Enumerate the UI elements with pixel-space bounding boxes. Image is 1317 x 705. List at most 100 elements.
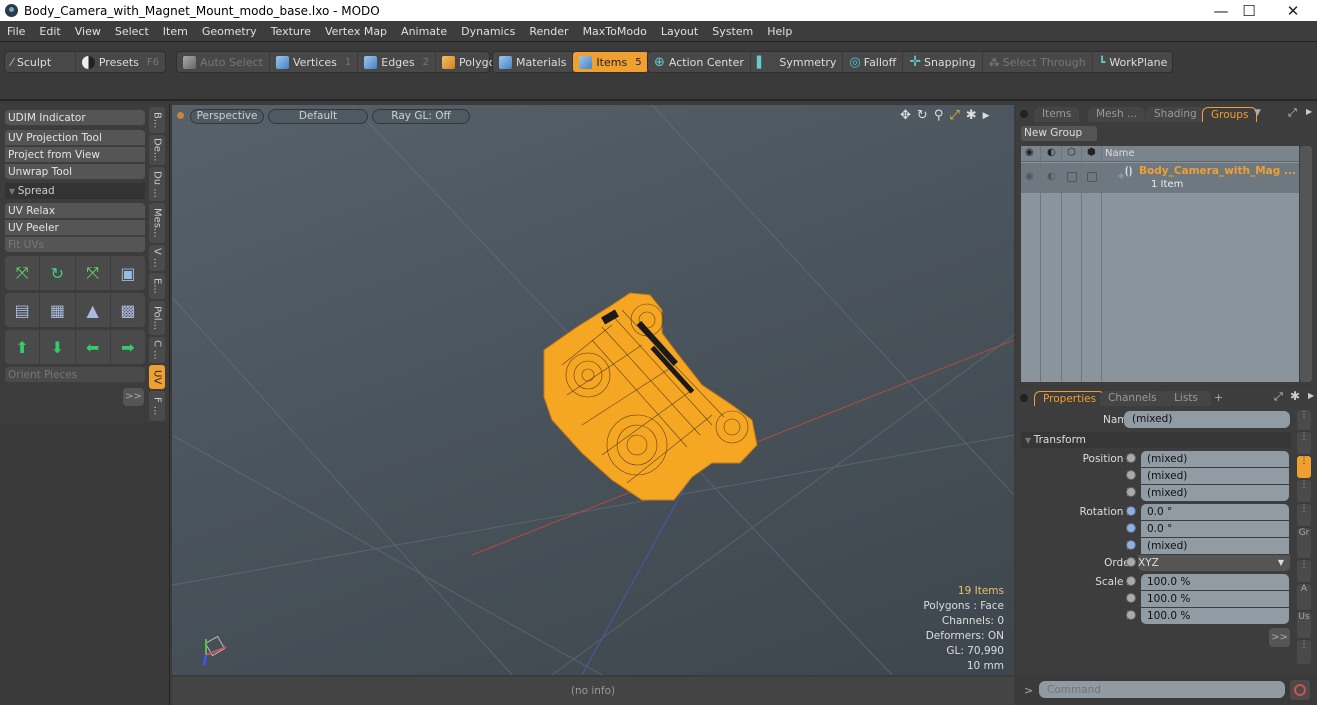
menu-help[interactable]: Help [760,25,799,38]
lock-column-icon[interactable]: ⬡ [1067,147,1076,158]
add-tab-button[interactable]: + [1214,391,1223,404]
menu-edit[interactable]: Edit [32,25,67,38]
menu-item[interactable]: Item [156,25,195,38]
tabs-dropdown-icon[interactable]: ▼ [1254,108,1261,118]
scale-z-keyframe-icon[interactable] [1126,610,1136,620]
side-tab-5[interactable]: ⋮ [1297,504,1311,526]
uv-box-icon[interactable]: ▣ [111,256,145,290]
properties-options-dot[interactable] [1020,394,1028,402]
unwrap-tool-button[interactable]: Unwrap Tool [5,164,145,180]
rotation-y-field[interactable]: 0.0 ° [1141,521,1289,537]
snapping-button[interactable]: ✛ Snapping [903,52,983,72]
uv-perspective-icon[interactable]: ▲ [76,293,111,327]
uv-sphere-icon[interactable]: ▩ [111,293,145,327]
order-keyframe-icon[interactable] [1126,557,1136,567]
render-column-icon[interactable]: ◐ [1047,147,1056,158]
row-select-checkbox[interactable] [1087,172,1097,182]
more-properties-button[interactable]: >> [1269,628,1290,647]
vtab-mesh-edit[interactable]: Mes... [149,203,165,243]
uv-peeler-button[interactable]: UV Peeler [5,220,145,236]
scale-y-keyframe-icon[interactable] [1126,593,1136,603]
rotation-y-keyframe-icon[interactable] [1126,523,1136,533]
visibility-column-icon[interactable]: ◉ [1025,147,1034,158]
vtab-edge[interactable]: E... [149,273,165,299]
fit-icon[interactable]: ⤢ [949,108,959,125]
tab-items[interactable]: Items [1034,107,1080,122]
align-bottom-icon[interactable]: ⬇ [40,330,76,364]
rotation-x-field[interactable]: 0.0 ° [1141,504,1289,520]
side-tab-active[interactable]: ⋮ [1297,456,1311,478]
maximize-properties-icon[interactable]: ⤢ [1274,390,1283,404]
vertices-button[interactable]: Vertices 1 [270,52,359,72]
maximize-panel-icon[interactable]: ⤢ [1288,106,1297,120]
scale-x-field[interactable]: 100.0 % [1141,574,1289,590]
panel-options-dot[interactable] [1020,110,1028,118]
order-dropdown[interactable]: XYZ ▼ [1138,555,1290,571]
panel-arrow-icon[interactable]: ▶ [1306,107,1312,116]
scale-z-field[interactable]: 100.0 % [1141,608,1289,624]
select-column-icon[interactable]: ⬢ [1087,147,1096,158]
symmetry-button[interactable]: ▌ Symmetry [751,52,844,72]
properties-arrow-icon[interactable]: ▶ [1308,391,1314,400]
menu-layout[interactable]: Layout [654,25,705,38]
viewport-options-dot[interactable] [177,112,184,119]
side-tab-6[interactable]: Gr [1297,528,1311,558]
viewport-settings-icon[interactable]: ✱ [966,108,977,125]
orient-pieces-button[interactable]: Orient Pieces [5,367,145,383]
shading-default-button[interactable]: Default [268,109,368,124]
side-tab-9[interactable]: Us [1297,612,1311,638]
rotate-icon[interactable]: ↻ [917,108,928,125]
side-tab-4[interactable]: ⋮ [1297,480,1311,502]
presets-button[interactable]: Presets F6 [76,52,165,72]
uv-move-icon[interactable]: ⤧ [5,256,41,290]
side-tab-2[interactable]: ⋮ [1297,432,1311,454]
menu-file[interactable]: File [0,25,32,38]
menu-vertex-map[interactable]: Vertex Map [318,25,394,38]
groups-scrollbar[interactable] [1300,146,1312,382]
record-button[interactable] [1290,680,1310,700]
menu-maxtomodo[interactable]: MaxToModo [576,25,654,38]
items-button[interactable]: Items 5 [573,52,648,72]
udim-indicator-button[interactable]: UDIM Indicator [5,110,145,126]
position-x-field[interactable]: (mixed) [1141,451,1289,467]
position-y-keyframe-icon[interactable] [1126,470,1136,480]
menu-dynamics[interactable]: Dynamics [454,25,522,38]
maximize-button[interactable]: ☐ [1226,0,1272,21]
falloff-button[interactable]: ◎ Falloff [843,52,904,72]
uv-scale-icon[interactable]: ⤧ [76,256,111,290]
action-center-button[interactable]: ⊕ Action Center [648,52,751,72]
menu-texture[interactable]: Texture [264,25,318,38]
expand-arrow-icon[interactable]: ▶ [983,108,990,125]
position-z-keyframe-icon[interactable] [1126,487,1136,497]
new-group-button[interactable]: New Group [1021,126,1097,141]
align-right-icon[interactable]: ➡ [111,330,145,364]
rotation-x-keyframe-icon[interactable] [1126,506,1136,516]
materials-button[interactable]: Materials [493,52,574,72]
fit-uvs-button[interactable]: Fit UVs [5,237,145,253]
vtab-uv[interactable]: UV [149,365,165,389]
name-field[interactable]: (mixed) [1124,411,1290,428]
position-x-keyframe-icon[interactable] [1126,453,1136,463]
align-left-icon[interactable]: ⬅ [76,330,111,364]
auto-select-button[interactable]: Auto Select [177,52,270,72]
menu-select[interactable]: Select [108,25,156,38]
menu-render[interactable]: Render [522,25,575,38]
tab-channels[interactable]: Channels [1100,391,1165,406]
rotation-z-keyframe-icon[interactable] [1126,540,1136,550]
side-tab-8[interactable]: A [1297,584,1311,610]
tab-groups[interactable]: Groups [1202,107,1258,122]
vtab-basic[interactable]: B... [149,107,165,133]
pan-icon[interactable]: ✥ [900,108,911,125]
command-input[interactable] [1039,681,1285,698]
vtab-polygon[interactable]: Pol... [149,301,165,335]
menu-geometry[interactable]: Geometry [195,25,264,38]
edges-button[interactable]: Edges 2 [358,52,437,72]
group-row[interactable]: ◉ ◐ + ⦗⦘ Body_Camera_with_Mag ... 1 Item [1021,163,1299,193]
uv-rotate-icon[interactable]: ↻ [40,256,76,290]
uv-cylinder-icon[interactable]: ▤ [5,293,41,327]
tab-properties[interactable]: Properties [1034,391,1106,406]
tab-shading[interactable]: Shading [1146,107,1205,122]
rotation-z-field[interactable]: (mixed) [1141,538,1289,554]
perspective-button[interactable]: Perspective [190,109,264,124]
align-top-icon[interactable]: ⬆ [5,330,41,364]
